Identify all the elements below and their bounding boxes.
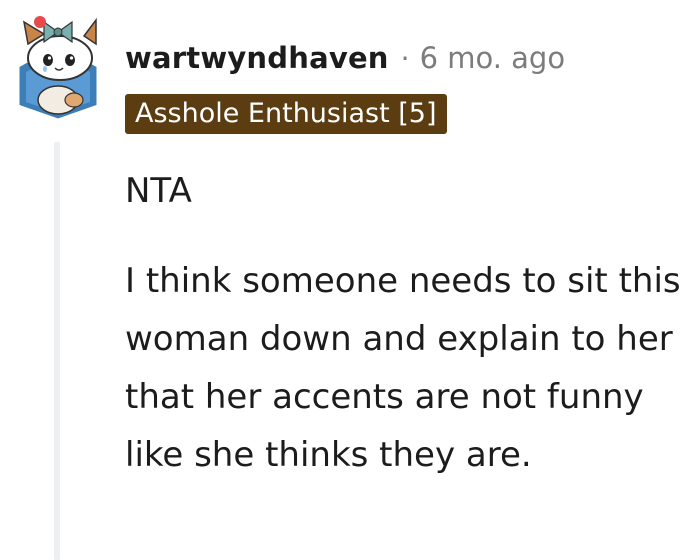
comment-body: NTA I think someone needs to sit this wo… [125,162,685,484]
comment-paragraph: I think someone needs to sit this woman … [125,261,681,475]
user-flair: Asshole Enthusiast [5] [125,94,447,134]
username[interactable]: wartwyndhaven [125,41,389,75]
comment: wartwyndhaven · 6 mo. ago Asshole Enthus… [0,0,700,560]
timestamp[interactable]: 6 mo. ago [420,41,566,75]
comment-header: wartwyndhaven · 6 mo. ago [125,38,565,78]
comment-paragraph: NTA [125,171,192,211]
thread-line[interactable] [54,142,60,560]
snoo-avatar-cat-bow-icon [16,16,100,122]
meta-separator: · [400,41,410,75]
avatar[interactable] [14,14,102,122]
